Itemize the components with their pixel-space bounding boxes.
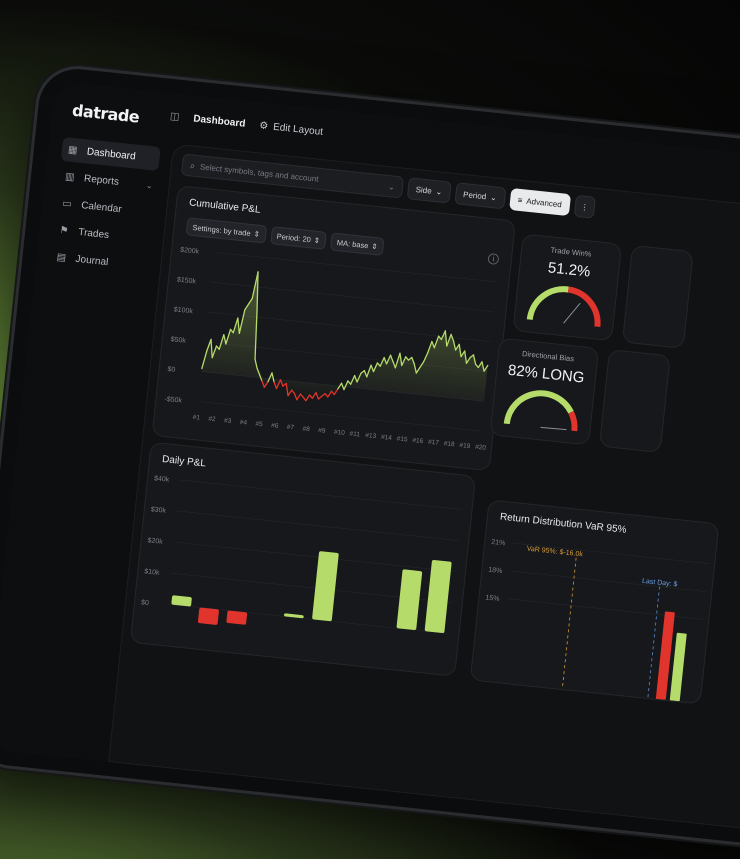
edit-layout-button[interactable]: ⚙ Edit Layout: [259, 120, 324, 138]
chevron-down-icon: ⌄: [435, 186, 443, 197]
y-tick-label: $150k: [177, 277, 197, 286]
y-tick-label: $40k: [154, 475, 170, 484]
more-options-button[interactable]: ⋮: [573, 194, 596, 219]
chevron-down-icon: ⌄: [387, 181, 396, 192]
sidebar-item-label: Calendar: [80, 199, 123, 215]
win-rate-gauge: [526, 286, 601, 328]
filter-icon: ≡: [517, 195, 523, 205]
y-tick-label: $100k: [173, 306, 193, 315]
y-tick-label: 15%: [485, 595, 500, 603]
breadcrumb: Dashboard: [192, 113, 246, 130]
directional-bias-gauge: [503, 390, 578, 432]
topbar: ◫ Dashboard ⚙ Edit Layout: [169, 111, 323, 138]
main-content: ⌕ Select symbols, tags and account ⌄ Sid…: [108, 143, 740, 841]
daily-bar: [424, 559, 452, 633]
cumulative-area: [201, 271, 488, 402]
gauge-card-extra-2: [598, 349, 671, 454]
gauge-card-directional-bias: Directional Bias 82% LONG: [489, 337, 600, 446]
distribution-bar: [669, 632, 687, 702]
cumulative-pnl-card: Cumulative P&L Settings: by trade ⇕ Peri…: [151, 185, 517, 472]
y-tick-label: $30k: [150, 506, 166, 515]
gauge-card-win-rate: Trade Win% 51.2%: [512, 233, 623, 342]
gauge-arc-negative: [567, 286, 601, 328]
x-tick-label: #15: [396, 435, 408, 443]
gridline: [173, 541, 456, 572]
gridline: [180, 479, 462, 510]
search-icon: ⌕: [189, 159, 196, 171]
x-tick-label: #10: [334, 429, 346, 437]
x-tick-label: #8: [302, 425, 310, 433]
y-tick-label: $0: [167, 366, 176, 374]
var-line: [561, 557, 577, 690]
daily-bar: [312, 551, 339, 622]
y-tick-label: 21%: [491, 539, 506, 547]
gridline: [198, 401, 481, 432]
sidebar-toggle-icon[interactable]: ◫: [169, 111, 180, 123]
x-tick-label: #5: [255, 421, 263, 429]
daily-pnl-card: Daily P&L $40k $30k $20k $10k $0: [129, 441, 477, 677]
x-tick-label: #14: [381, 434, 393, 442]
app-screen: datrade ▦ Dashboard ▥ Reports ⌄ ▭ Calend…: [0, 80, 740, 841]
gauge-needle: [563, 302, 581, 324]
var-label: VaR 95%: $-16.0k: [526, 546, 583, 559]
edit-layout-label: Edit Layout: [272, 121, 324, 138]
search-placeholder: Select symbols, tags and account: [199, 161, 320, 184]
device-frame: datrade ▦ Dashboard ▥ Reports ⌄ ▭ Calend…: [0, 62, 740, 859]
y-tick-label: -$50k: [164, 396, 183, 405]
x-tick-label: #17: [428, 439, 440, 447]
x-tick-label: #2: [208, 416, 216, 424]
x-tick-label: #11: [349, 430, 360, 438]
grid-icon: ▦: [67, 143, 78, 156]
period-label: Period: [462, 189, 487, 201]
gauge-arc-positive: [526, 286, 569, 321]
journal-icon: ▤: [56, 251, 67, 264]
x-tick-label: #3: [224, 417, 232, 425]
x-tick-label: #6: [271, 422, 279, 430]
y-tick-label: $50k: [170, 336, 186, 345]
return-distribution-chart: 21%18%15%VaR 95%: $-16.0kLast Day: $: [485, 539, 710, 702]
cumulative-pnl-chart: $200k $150k $100k $50k $0 -$50k #1 #2 #3 #4 #5 #6 #7…: [164, 247, 497, 452]
x-tick-label: #9: [318, 427, 326, 435]
x-tick-label: #13: [365, 432, 377, 440]
gauge-needle: [540, 426, 567, 431]
x-tick-label: #18: [443, 440, 455, 448]
daily-bar: [226, 610, 248, 625]
advanced-label: Advanced: [525, 196, 563, 209]
trades-icon: ⚑: [58, 224, 70, 237]
chevron-down-icon: ⌄: [145, 180, 154, 190]
sidebar-item-label: Dashboard: [86, 145, 137, 162]
gauge-arc-positive: [503, 390, 574, 425]
app-logo: datrade: [71, 100, 141, 127]
return-distribution-card: Return Distribution VaR 95% 21% 18% 15% VaR…: [469, 499, 720, 705]
y-tick-label: $20k: [147, 537, 163, 546]
x-tick-label: #20: [475, 444, 487, 452]
sidebar-item-label: Journal: [75, 253, 109, 268]
side-dropdown[interactable]: Side ⌄: [406, 177, 452, 204]
y-tick-label: $200k: [180, 247, 200, 256]
y-tick-label: 18%: [488, 567, 503, 575]
sidebar-item-label: Trades: [77, 226, 110, 241]
gauge-card-extra: [621, 244, 694, 349]
kebab-icon: ⋮: [580, 201, 590, 212]
chevron-down-icon: ⌄: [489, 192, 498, 202]
bar-chart-icon: ▥: [64, 170, 76, 183]
side-label: Side: [415, 184, 433, 196]
gauge-arc-negative: [568, 410, 578, 432]
period-dropdown[interactable]: Period ⌄: [454, 182, 506, 210]
daily-pnl-chart: $40k $30k $20k $10k $0: [141, 475, 462, 634]
advanced-button[interactable]: ≡ Advanced: [508, 187, 571, 217]
y-tick-label: $0: [141, 599, 150, 607]
sidebar-item-label: Reports: [83, 172, 120, 188]
calendar-icon: ▭: [61, 197, 73, 210]
gear-icon: ⚙: [258, 120, 269, 133]
x-tick-label: #16: [412, 437, 424, 445]
y-tick-label: $10k: [144, 568, 160, 577]
daily-bar: [197, 607, 219, 625]
x-tick-label: #19: [459, 442, 471, 450]
x-tick-label: #7: [286, 424, 294, 432]
x-tick-label: #1: [192, 414, 200, 422]
gridline: [176, 510, 459, 541]
x-tick-label: #4: [239, 419, 247, 427]
